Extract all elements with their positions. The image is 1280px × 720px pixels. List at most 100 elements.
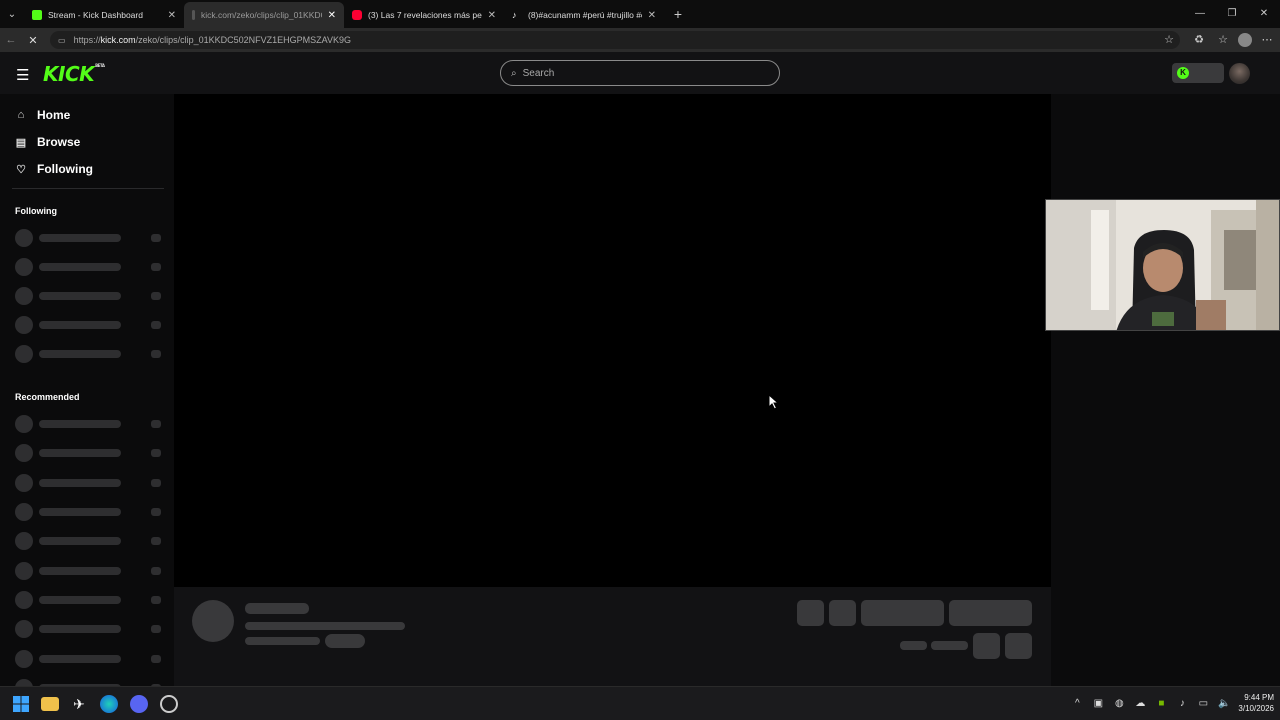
sidebar-item-browse[interactable]: ▤ Browse — [14, 135, 81, 149]
webcam-person-image — [1046, 200, 1279, 330]
channel-skeleton — [15, 287, 163, 305]
kick-dashboard-button[interactable]: K — [1172, 63, 1224, 83]
kick-page: ☰ KICKBETA ⌕ K ⌂ Home ▤ Browse ♡ Followi… — [0, 52, 1280, 686]
clip-meta-skeleton — [245, 637, 320, 645]
more-menu-icon[interactable]: ⋯ — [1258, 31, 1276, 49]
favorite-star-icon[interactable]: ☆ — [1164, 33, 1174, 46]
channel-skeleton — [15, 562, 163, 580]
steam-tray-icon[interactable]: ◍ — [1112, 698, 1126, 709]
tab-title: (8)#acunamm #perú #trujillo #ce — [528, 10, 642, 20]
search-input[interactable] — [522, 67, 753, 79]
clock-date: 3/10/2026 — [1238, 704, 1274, 713]
user-avatar[interactable] — [1229, 63, 1250, 84]
tab-tiktok[interactable]: ♪ (8)#acunamm #perú #trujillo #ce ✕ — [504, 2, 664, 28]
close-tab-icon[interactable]: ✕ — [328, 10, 336, 21]
channel-skeleton — [15, 591, 163, 609]
sidebar-item-label: Home — [37, 108, 71, 122]
system-clock[interactable]: 9:44 PM 3/10/2026 — [1238, 692, 1274, 714]
favorites-icon[interactable]: ☆ — [1214, 31, 1232, 49]
channel-skeleton — [15, 316, 163, 334]
new-tab-button[interactable]: + — [664, 6, 692, 22]
close-tab-icon[interactable]: ✕ — [648, 10, 656, 21]
display-icon[interactable]: ▭ — [1196, 698, 1210, 709]
app-icon[interactable] — [160, 695, 178, 713]
close-window-icon[interactable]: ✕ — [1248, 0, 1280, 28]
menu-icon[interactable]: ☰ — [16, 66, 29, 84]
clip-info-skeleton — [174, 587, 1051, 686]
show-hidden-icons-icon[interactable]: ^ — [1070, 698, 1084, 709]
tray-app-icon[interactable]: ▣ — [1091, 698, 1105, 709]
sidebar-item-home[interactable]: ⌂ Home — [14, 108, 71, 122]
tab-title: Stream - Kick Dashboard — [48, 10, 143, 20]
address-bar[interactable]: ▭ https://kick.com/zeko/clips/clip_01KKD… — [50, 31, 1180, 49]
icon-button-skeleton — [973, 633, 1000, 659]
kick-logo[interactable]: KICKBETA — [43, 62, 105, 86]
channel-skeleton — [15, 444, 163, 462]
close-tab-icon[interactable]: ✕ — [488, 10, 496, 21]
channel-skeleton — [15, 532, 163, 550]
tab-title: kick.com/zeko/clips/clip_01KKDC — [201, 10, 322, 20]
sidebar-item-following[interactable]: ♡ Following — [14, 162, 93, 176]
channel-skeleton — [15, 620, 163, 638]
microphone-icon[interactable]: ♪ — [1175, 698, 1189, 709]
tab-clip[interactable]: kick.com/zeko/clips/clip_01KKDC ✕ — [184, 2, 344, 28]
windows-start-icon[interactable] — [12, 695, 30, 713]
kick-k-icon: K — [1177, 67, 1189, 79]
stat-skeleton — [931, 641, 968, 650]
channel-skeleton — [15, 258, 163, 276]
heart-icon: ♡ — [16, 163, 26, 176]
clock-time: 9:44 PM — [1244, 693, 1274, 702]
windows-taskbar: ✈ ^ ▣ ◍ ☁ ■ ♪ ▭ 🔈 9:44 PM 3/10/2026 — [0, 686, 1280, 720]
discord-icon[interactable] — [130, 695, 148, 713]
streamer-avatar-skeleton — [192, 600, 234, 642]
restore-icon[interactable]: ❐ — [1216, 0, 1248, 28]
following-section-title: Following — [15, 206, 57, 216]
subscribe-button-skeleton — [949, 600, 1032, 626]
channel-skeleton — [15, 650, 163, 668]
tab-kick-dashboard[interactable]: Stream - Kick Dashboard ✕ — [24, 2, 184, 28]
browser-toolbar: ← ✕ ▭ https://kick.com/zeko/clips/clip_0… — [0, 28, 1280, 52]
tab-title: (3) Las 7 revelaciones más perturb — [368, 10, 482, 20]
sidebar-item-label: Browse — [37, 135, 81, 149]
channel-skeleton — [15, 679, 163, 686]
tiktok-favicon-icon: ♪ — [512, 10, 517, 20]
category-tag-skeleton — [325, 634, 365, 648]
loading-favicon-icon — [192, 10, 195, 20]
tab-actions-menu-icon[interactable]: ⌄ — [0, 0, 24, 28]
edge-browser-icon[interactable] — [100, 695, 118, 713]
streamer-name-skeleton — [245, 603, 309, 614]
tab-youtube[interactable]: (3) Las 7 revelaciones más perturb ✕ — [344, 2, 504, 28]
site-info-icon[interactable]: ▭ — [58, 36, 66, 45]
network-tray-icon[interactable]: ☁ — [1133, 698, 1147, 709]
kick-top-nav: ☰ KICKBETA ⌕ K — [0, 52, 1280, 94]
search-icon: ⌕ — [511, 67, 517, 79]
nvidia-tray-icon[interactable]: ■ — [1154, 698, 1168, 709]
sidebar-item-label: Following — [37, 162, 93, 176]
telegram-icon[interactable]: ✈ — [70, 695, 88, 713]
recommended-section-title: Recommended — [15, 392, 80, 402]
back-icon[interactable]: ← — [0, 34, 22, 46]
action-button-skeleton — [829, 600, 856, 626]
system-tray: ^ ▣ ◍ ☁ ■ ♪ ▭ 🔈 9:44 PM 3/10/2026 — [1070, 692, 1274, 714]
beta-badge: BETA — [95, 63, 105, 68]
browse-icon: ▤ — [15, 136, 27, 149]
stop-loading-icon[interactable]: ✕ — [22, 34, 44, 47]
url-path: /zeko/clips/clip_01KKDC502NFVZ1EHGPMSZAV… — [135, 35, 352, 45]
close-tab-icon[interactable]: ✕ — [168, 10, 176, 21]
icon-button-skeleton — [1005, 633, 1032, 659]
channel-skeleton — [15, 415, 163, 433]
clip-title-skeleton — [245, 622, 405, 630]
follow-button-skeleton — [861, 600, 944, 626]
video-player[interactable] — [174, 94, 1051, 587]
stat-skeleton — [900, 641, 927, 650]
extensions-icon[interactable]: ♻ — [1190, 31, 1208, 49]
browser-extensions: ♻ ☆ ⋯ — [1190, 31, 1276, 49]
url-prefix: https:// — [73, 35, 101, 45]
channel-skeleton — [15, 345, 163, 363]
volume-icon[interactable]: 🔈 — [1217, 698, 1231, 709]
search-box[interactable]: ⌕ — [500, 60, 780, 86]
file-explorer-icon[interactable] — [41, 697, 59, 711]
minimize-icon[interactable]: — — [1184, 0, 1216, 28]
profile-avatar-icon[interactable] — [1238, 33, 1252, 47]
browser-tab-strip: ⌄ Stream - Kick Dashboard ✕ kick.com/zek… — [0, 0, 1280, 28]
